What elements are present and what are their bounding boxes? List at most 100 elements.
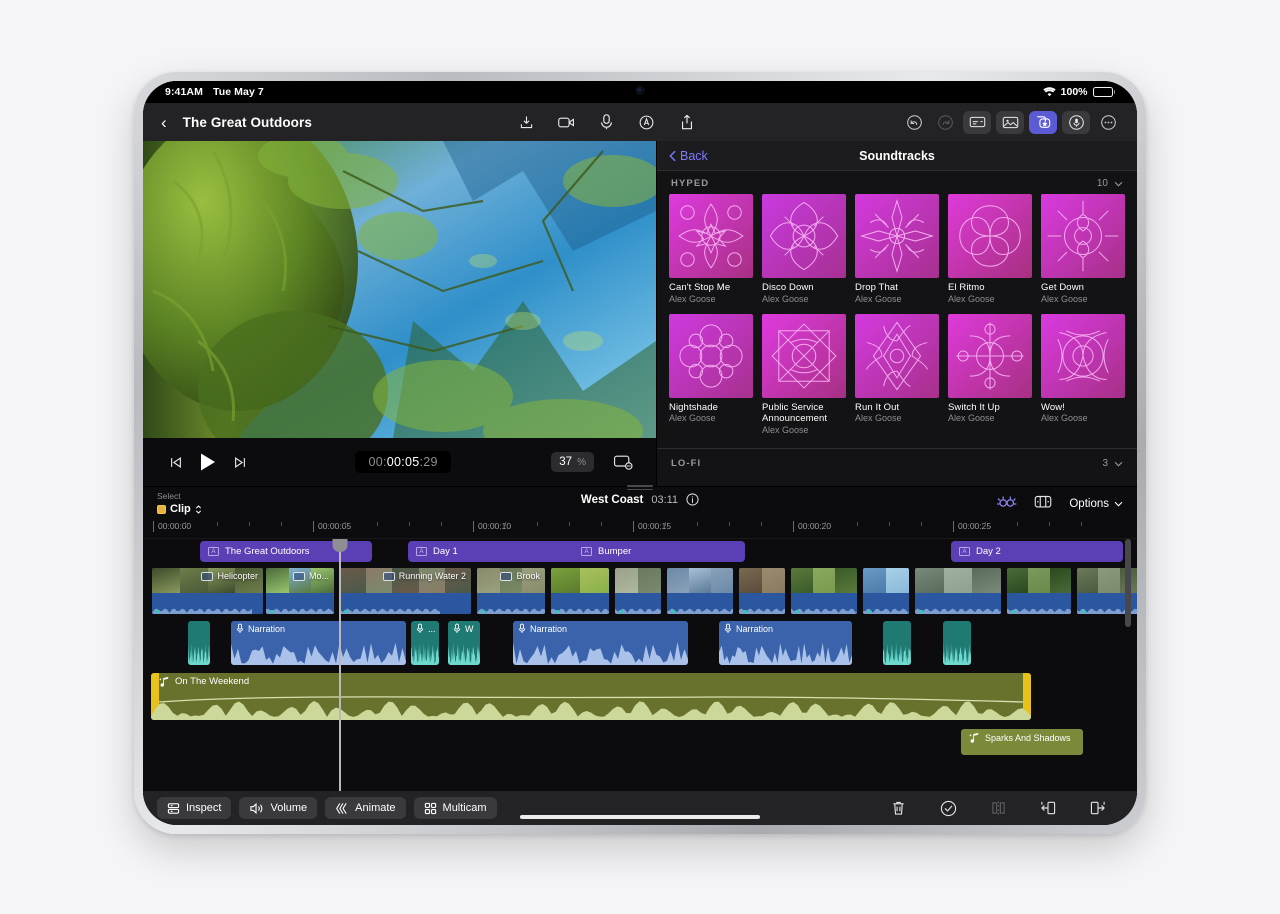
art-starburst[interactable] — [669, 194, 753, 278]
narration-clip[interactable]: Narration — [513, 621, 688, 665]
more-icon[interactable] — [1095, 111, 1121, 134]
zoom-level-control[interactable]: 37 % — [551, 452, 594, 472]
video-clip[interactable] — [790, 567, 858, 615]
import-icon[interactable] — [514, 109, 540, 135]
front-camera-icon — [636, 86, 645, 95]
soundtrack-item[interactable]: Disco DownAlex Goose — [762, 194, 846, 305]
video-preview[interactable] — [143, 141, 656, 438]
video-clip[interactable] — [862, 567, 910, 615]
video-clip[interactable] — [914, 567, 1002, 615]
multicam-button[interactable]: Multicam — [414, 797, 497, 819]
animate-button[interactable]: Animate — [325, 797, 405, 819]
video-clip[interactable] — [666, 567, 734, 615]
art-lattice[interactable] — [762, 314, 846, 398]
delete-icon[interactable] — [887, 797, 909, 819]
volume-button[interactable]: Volume — [239, 797, 317, 819]
art-diamond[interactable] — [855, 314, 939, 398]
microphone-icon[interactable] — [594, 109, 620, 135]
media-icon[interactable] — [996, 111, 1024, 134]
soundtrack-title: Run It Out — [855, 402, 939, 414]
timeline-ruler[interactable]: 00:00:0000:00:0500:00:1000:00:1500:00:20… — [143, 517, 1137, 539]
clip-body — [477, 593, 545, 614]
display-options-icon[interactable] — [608, 449, 638, 475]
insert-left-icon[interactable] — [1037, 797, 1059, 819]
section-header-hyped[interactable]: HYPED 10 — [657, 171, 1137, 194]
section-header-lofi[interactable]: LO-FI 3 — [657, 449, 1137, 474]
video-clip[interactable]: Helicopter — [151, 567, 264, 615]
title-clip[interactable]: ABumper — [573, 541, 745, 562]
audio-clip-label: ... — [428, 624, 436, 634]
sound-effect-clip[interactable] — [883, 621, 911, 665]
video-clip[interactable] — [550, 567, 610, 615]
undo-icon[interactable] — [901, 111, 927, 134]
music-clip-label: On The Weekend — [175, 676, 249, 687]
art-cross[interactable] — [948, 314, 1032, 398]
soundtrack-item[interactable]: Public Service AnnouncementAlex Goose — [762, 314, 846, 436]
video-clip[interactable] — [614, 567, 662, 615]
playhead[interactable] — [339, 539, 341, 791]
browser-scroll-area[interactable]: HYPED 10 Can't Stop MeAlex GooseDisco Do… — [657, 171, 1137, 486]
timeline-tracks[interactable]: AThe Great OutdoorsADay 1ABumperADay 2He… — [143, 539, 1137, 791]
audio-library-icon[interactable] — [1029, 111, 1057, 134]
panel-resize-grabber[interactable] — [627, 484, 653, 491]
soundtrack-item[interactable]: Can't Stop MeAlex Goose — [669, 194, 753, 305]
art-petals[interactable] — [762, 194, 846, 278]
sound-effect-clip[interactable]: ... — [411, 621, 439, 665]
music-clip[interactable]: On The Weekend — [151, 673, 1031, 720]
back-chevron-icon[interactable]: ‹ — [159, 114, 173, 131]
narration-clip[interactable]: Narration — [231, 621, 406, 665]
video-clip[interactable] — [738, 567, 786, 615]
voiceover-record-icon[interactable] — [1062, 111, 1090, 134]
title-clip[interactable]: ADay 1 — [408, 541, 580, 562]
art-clover[interactable] — [948, 194, 1032, 278]
soundtrack-item[interactable]: Get DownAlex Goose — [1041, 194, 1125, 305]
multicam-icon — [424, 802, 437, 815]
magic-movie-icon[interactable] — [996, 493, 1017, 515]
inspect-button[interactable]: Inspect — [157, 797, 231, 819]
skip-back-icon[interactable] — [161, 449, 191, 475]
soundtrack-item[interactable]: NightshadeAlex Goose — [669, 314, 753, 436]
art-circles[interactable] — [669, 314, 753, 398]
sound-effect-clip[interactable] — [943, 621, 971, 665]
soundtrack-item[interactable]: Run It OutAlex Goose — [855, 314, 939, 436]
storyboard-icon[interactable] — [1033, 493, 1053, 515]
video-clip[interactable]: Mo... — [265, 567, 335, 615]
timeline-scrollbar[interactable] — [1123, 539, 1133, 791]
art-radial[interactable] — [1041, 194, 1125, 278]
selection-mode-control[interactable]: Select Clip — [157, 492, 202, 515]
title-badge-icon: A — [208, 547, 219, 556]
insert-right-icon[interactable] — [1087, 797, 1109, 819]
sound-effect-clip[interactable]: W — [448, 621, 480, 665]
skip-forward-icon[interactable] — [225, 449, 255, 475]
soundtrack-item[interactable]: Switch It UpAlex Goose — [948, 314, 1032, 436]
options-button[interactable]: Options — [1069, 498, 1123, 510]
timeline-scrollbar-thumb[interactable] — [1125, 539, 1131, 627]
battery-percent: 100% — [1061, 86, 1088, 98]
art-weave[interactable] — [1041, 314, 1125, 398]
title-clip[interactable]: ADay 2 — [951, 541, 1123, 562]
video-clip[interactable] — [1006, 567, 1072, 615]
home-indicator[interactable] — [520, 815, 760, 819]
titles-icon[interactable] — [963, 111, 991, 134]
soundtrack-item[interactable]: Wow!Alex Goose — [1041, 314, 1125, 436]
playhead-knob[interactable] — [332, 539, 347, 552]
music-clip-secondary[interactable]: Sparks And Shadows — [961, 729, 1083, 755]
timecode-display[interactable]: 00:00:05:29 — [355, 451, 450, 473]
sound-effect-clip[interactable] — [188, 621, 210, 665]
play-icon[interactable] — [191, 449, 225, 475]
voiceover-icon[interactable] — [634, 109, 660, 135]
browser-back-button[interactable]: Back — [669, 149, 708, 163]
video-clip[interactable]: Running Water 2 — [339, 567, 472, 615]
narration-clip[interactable]: Narration — [719, 621, 852, 665]
ruler-tick — [889, 522, 890, 526]
checkmark-icon[interactable] — [937, 797, 959, 819]
soundtrack-item[interactable]: El RitmoAlex Goose — [948, 194, 1032, 305]
video-clip-label: Brook — [516, 571, 540, 581]
soundtrack-item[interactable]: Drop ThatAlex Goose — [855, 194, 939, 305]
clip-header: Narration — [513, 621, 688, 638]
share-icon[interactable] — [674, 109, 700, 135]
video-camera-icon[interactable] — [554, 109, 580, 135]
soundtrack-title: Public Service Announcement — [762, 402, 846, 425]
video-clip[interactable]: Brook — [476, 567, 546, 615]
art-spikes[interactable] — [855, 194, 939, 278]
